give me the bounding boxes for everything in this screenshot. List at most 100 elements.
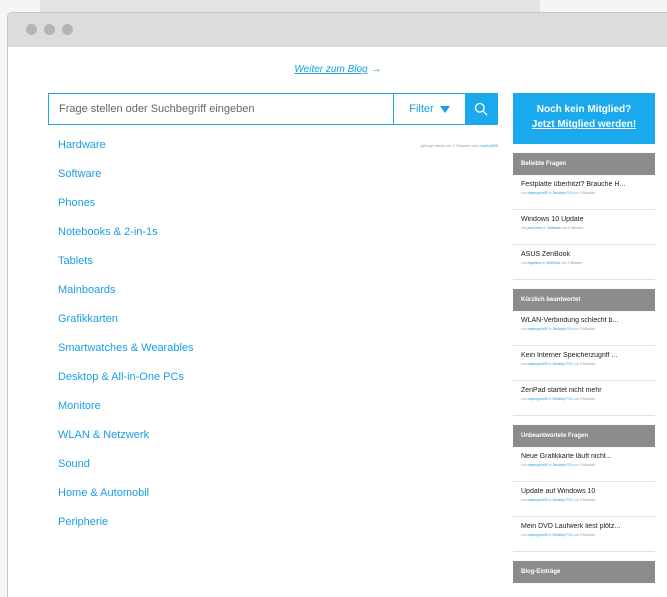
category-list: Hardware gefragt Heute vor 3 Stunden von…	[58, 131, 498, 537]
question-user[interactable]: pavShery	[528, 226, 543, 230]
category-item[interactable]: Home & Automobil	[58, 479, 498, 508]
question-item[interactable]: ASUS ZenBook von Agathers in ZenBook vor…	[513, 245, 655, 280]
question-title: Kein Interner Speicherzugriff ...	[521, 352, 618, 359]
question-user[interactable]: ostperguin55	[528, 191, 548, 195]
question-title: Update auf Windows 10	[521, 488, 596, 495]
meta-in: in	[548, 191, 552, 195]
question-time: vor 3 Minuten	[574, 191, 596, 195]
question-item[interactable]: WLAN-Verbindung schlecht b... von ostper…	[513, 311, 655, 346]
meta-user-link[interactable]: Louis1805	[480, 143, 498, 148]
meta-in: in	[548, 463, 552, 467]
category-item[interactable]: Phones	[58, 189, 498, 218]
category-item[interactable]: WLAN & Netzwerk	[58, 421, 498, 450]
question-user[interactable]: Agathers	[528, 261, 542, 265]
question-user[interactable]: ostperguin55	[528, 463, 548, 467]
question-meta: von ostperguin55 in Desktop PCs vor 3 Mi…	[521, 362, 649, 366]
category-item[interactable]: Grafikkarten	[58, 305, 498, 334]
question-meta: von ostperguin55 in Desktop PCs vor 3 Mi…	[521, 498, 649, 502]
question-item[interactable]: Festplatte überhitzt? Brauche H... von o…	[513, 175, 655, 210]
category-item[interactable]: Smartwatches & Wearables	[58, 334, 498, 363]
question-item[interactable]: Update auf Windows 10 von ostperguin55 i…	[513, 482, 655, 517]
category-item[interactable]: Notebooks & 2-in-1s	[58, 218, 498, 247]
category-item[interactable]: Desktop & All-in-One PCs	[58, 363, 498, 392]
question-category[interactable]: Desktop PCs	[553, 463, 573, 467]
question-title: Windows 10 Update	[521, 216, 584, 223]
question-item[interactable]: Mein DVD Laufwerk liest plötz... von ost…	[513, 517, 655, 552]
question-category[interactable]: ZenBook	[546, 261, 560, 265]
question-category[interactable]: Desktop PCs	[553, 397, 573, 401]
signup-title: Noch kein Mitglied?	[536, 104, 632, 115]
question-meta: von ostperguin55 in Desktop PCs vor 3 Mi…	[521, 463, 649, 467]
question-category[interactable]: Desktop PCs	[553, 191, 573, 195]
recently-answered-box: Kürzlich beantwortet WLAN-Verbindung sch…	[513, 289, 655, 416]
question-item[interactable]: ZenPad startet nicht mehr von ostperguin…	[513, 381, 655, 416]
meta-by: von	[521, 327, 527, 331]
search-button[interactable]	[465, 94, 497, 124]
minimize-window-dot[interactable]	[44, 24, 55, 35]
category-item[interactable]: Monitore	[58, 392, 498, 421]
category-item[interactable]: Sound	[58, 450, 498, 479]
category-label: Peripherie	[58, 516, 109, 528]
box-header: Beliebte Fragen	[513, 153, 655, 175]
search-input[interactable]	[49, 94, 393, 124]
question-user[interactable]: ostperguin55	[528, 397, 548, 401]
question-title: ZenPad startet nicht mehr	[521, 387, 602, 394]
question-category[interactable]: Desktop PCs	[553, 533, 573, 537]
arrow-right-icon: →	[370, 63, 382, 75]
meta-by: von	[521, 463, 527, 467]
category-label: Sound	[58, 458, 90, 470]
question-user[interactable]: ostperguin55	[528, 327, 548, 331]
maximize-window-dot[interactable]	[62, 24, 73, 35]
question-item[interactable]: Windows 10 Update von pavShery in Softwa…	[513, 210, 655, 245]
box-header: Kürzlich beantwortet	[513, 289, 655, 311]
category-label: Home & Automobil	[58, 487, 150, 499]
question-user[interactable]: ostperguin55	[528, 362, 548, 366]
blog-link[interactable]: Weiter zum Blog →	[8, 63, 667, 75]
category-item[interactable]: Tablets	[58, 247, 498, 276]
question-meta: von ostperguin55 in Desktop PCs vor 3 Mi…	[521, 191, 649, 195]
category-label: Tablets	[58, 255, 93, 267]
meta-by: von	[521, 397, 527, 401]
category-label: Phones	[58, 197, 96, 209]
category-item[interactable]: Mainboards	[58, 276, 498, 305]
question-item[interactable]: Neue Grafikkarte läuft nicht... von ostp…	[513, 447, 655, 482]
category-item[interactable]: Peripherie	[58, 508, 498, 537]
question-category[interactable]: Desktop PCs	[553, 362, 573, 366]
category-label: Grafikkarten	[58, 313, 118, 325]
question-time: vor 3 Minuten	[574, 362, 596, 366]
question-time: vor 3 Minuten	[561, 261, 583, 265]
unanswered-questions-box: Unbeantwortete Fragen Neue Grafikkarte l…	[513, 425, 655, 552]
signup-link[interactable]: Jetzt Mitglied werden!	[513, 119, 655, 130]
question-category[interactable]: Desktop PCs	[553, 498, 573, 502]
question-category[interactable]: Software	[547, 226, 561, 230]
question-time: vor 3 Minuten	[574, 463, 596, 467]
meta-in: in	[548, 498, 552, 502]
close-window-dot[interactable]	[26, 24, 37, 35]
category-item[interactable]: Hardware gefragt Heute vor 3 Stunden von…	[58, 131, 498, 160]
filter-dropdown[interactable]: Filter	[393, 94, 465, 124]
meta-in: in	[548, 362, 552, 366]
meta-by: von	[521, 226, 527, 230]
question-category[interactable]: Desktop PCs	[553, 327, 573, 331]
question-time: vor 3 Minuten	[574, 397, 596, 401]
page-content: Weiter zum Blog→ Filter Hardware gefragt…	[8, 47, 667, 597]
category-label: Monitore	[58, 400, 101, 412]
background-bar	[40, 0, 540, 12]
category-label: WLAN & Netzwerk	[58, 429, 150, 441]
category-item[interactable]: Software	[58, 160, 498, 189]
meta-prefix: gefragt Heute vor 3 Stunden von	[420, 143, 479, 148]
meta-in: in	[548, 397, 552, 401]
question-user[interactable]: ostperguin55	[528, 498, 548, 502]
meta-by: von	[521, 498, 527, 502]
filter-label: Filter	[409, 103, 434, 115]
question-meta: von ostperguin55 in Desktop PCs vor 3 Mi…	[521, 397, 649, 401]
latest-question-meta: gefragt Heute vor 3 Stunden von Louis180…	[421, 131, 498, 160]
question-time: vor 3 Minuten	[574, 327, 596, 331]
question-item[interactable]: Kein Interner Speicherzugriff ... von os…	[513, 346, 655, 381]
category-label: Software	[58, 168, 102, 180]
question-meta: von Agathers in ZenBook vor 3 Minuten	[521, 261, 649, 265]
question-title: ASUS ZenBook	[521, 251, 571, 258]
meta-by: von	[521, 191, 527, 195]
question-user[interactable]: ostperguin55	[528, 533, 548, 537]
question-meta: von ostperguin55 in Desktop PCs vor 3 Mi…	[521, 533, 649, 537]
